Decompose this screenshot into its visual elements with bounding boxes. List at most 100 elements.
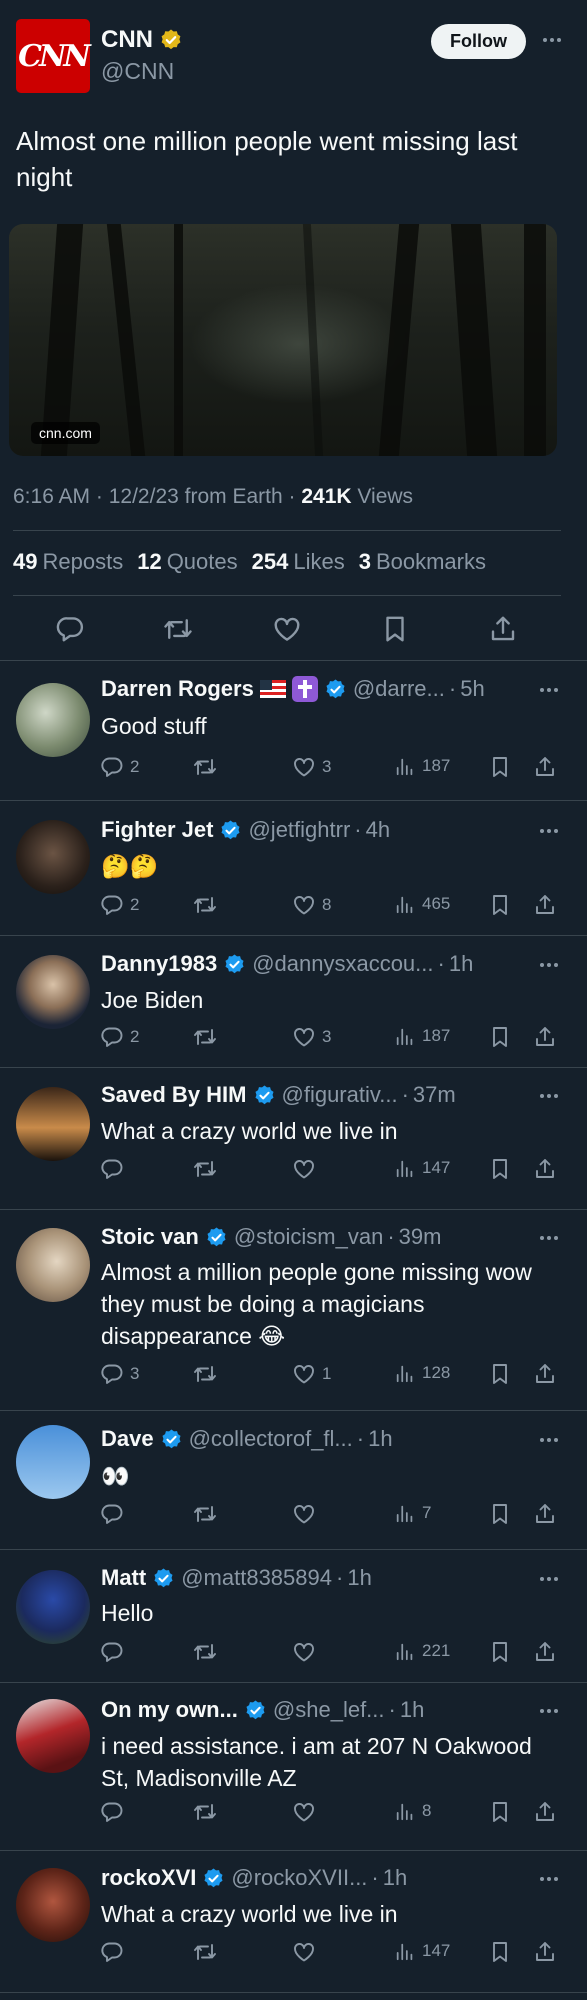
reply-button[interactable] (100, 1157, 124, 1181)
more-options-icon[interactable] (543, 38, 561, 42)
views-button[interactable]: 221 (394, 1640, 450, 1662)
reply-button[interactable]: 3 (100, 1362, 139, 1386)
share-icon[interactable] (488, 614, 518, 644)
like-button[interactable] (292, 1640, 316, 1664)
bookmark-button[interactable] (488, 1640, 512, 1664)
reply-time[interactable]: 1h (383, 1865, 407, 1891)
reply-time[interactable]: 5h (460, 676, 484, 702)
reply-author-name[interactable]: Matt (101, 1565, 146, 1591)
reply-button[interactable] (100, 1800, 124, 1824)
avatar[interactable] (16, 1228, 90, 1302)
avatar[interactable] (16, 1868, 90, 1942)
repost-button[interactable] (193, 1502, 217, 1526)
avatar[interactable] (16, 1425, 90, 1499)
bookmark-button[interactable] (488, 1157, 512, 1181)
reply-author-name[interactable]: Fighter Jet (101, 817, 213, 843)
reply-time[interactable]: 1h (449, 951, 473, 977)
bookmark-button[interactable] (488, 1025, 512, 1049)
bookmark-button[interactable] (488, 1362, 512, 1386)
repost-icon[interactable] (163, 614, 193, 644)
bookmark-button[interactable] (488, 1800, 512, 1824)
repost-button[interactable] (193, 1940, 217, 1964)
share-button[interactable] (533, 1940, 557, 1964)
repost-button[interactable] (193, 1362, 217, 1386)
views-button[interactable]: 7 (394, 1502, 431, 1524)
reply-author-name[interactable]: Dave (101, 1426, 154, 1452)
avatar[interactable] (16, 955, 90, 1029)
reply-button[interactable]: 2 (100, 1025, 139, 1049)
like-button[interactable] (292, 1502, 316, 1526)
bookmark-button[interactable] (488, 1940, 512, 1964)
author-name-row[interactable]: CNN (101, 26, 183, 54)
share-button[interactable] (533, 1640, 557, 1664)
repost-button[interactable] (193, 1800, 217, 1824)
author-handle[interactable]: @CNN (101, 58, 174, 85)
share-button[interactable] (533, 893, 557, 917)
repost-button[interactable] (193, 755, 217, 779)
more-options-icon[interactable] (540, 1236, 558, 1240)
more-options-icon[interactable] (540, 1438, 558, 1442)
follow-button[interactable]: Follow (431, 24, 526, 59)
avatar[interactable] (16, 1699, 90, 1773)
like-button[interactable] (292, 1940, 316, 1964)
like-button[interactable]: 3 (292, 1025, 331, 1049)
like-button[interactable]: 3 (292, 755, 331, 779)
likes-stat[interactable]: 254 Likes (252, 549, 345, 575)
views-button[interactable]: 147 (394, 1940, 450, 1962)
share-button[interactable] (533, 1502, 557, 1526)
share-button[interactable] (533, 1025, 557, 1049)
avatar[interactable] (16, 1570, 90, 1644)
views-button[interactable]: 128 (394, 1362, 450, 1384)
more-options-icon[interactable] (540, 963, 558, 967)
tweet-media-image[interactable]: cnn.com (9, 224, 557, 456)
reply-author-handle[interactable]: @dannysxaccou... (252, 951, 433, 977)
reply-author-handle[interactable]: @stoicism_van (234, 1224, 384, 1250)
reply-time[interactable]: 4h (366, 817, 390, 843)
bookmark-icon[interactable] (380, 614, 410, 644)
tweet-date[interactable]: 12/2/23 (109, 485, 179, 508)
reply-author-name[interactable]: rockoXVI (101, 1865, 196, 1891)
reply-author-name[interactable]: Darren Rogers (101, 676, 254, 702)
reply-button[interactable]: 2 (100, 893, 139, 917)
quotes-stat[interactable]: 12 Quotes (137, 549, 237, 575)
views-button[interactable]: 187 (394, 1025, 450, 1047)
reply-author-handle[interactable]: @jetfightrr (248, 817, 350, 843)
more-options-icon[interactable] (540, 1577, 558, 1581)
views-button[interactable]: 8 (394, 1800, 431, 1822)
more-options-icon[interactable] (540, 1094, 558, 1098)
reply-time[interactable]: 39m (399, 1224, 442, 1250)
repost-button[interactable] (193, 1157, 217, 1181)
bookmark-button[interactable] (488, 1502, 512, 1526)
bookmark-button[interactable] (488, 893, 512, 917)
reply-author-name[interactable]: Danny1983 (101, 951, 217, 977)
more-options-icon[interactable] (540, 1877, 558, 1881)
like-button[interactable]: 1 (292, 1362, 331, 1386)
tweet-time[interactable]: 6:16 AM (13, 485, 90, 508)
share-button[interactable] (533, 1157, 557, 1181)
avatar[interactable] (16, 820, 90, 894)
reply-time[interactable]: 1h (347, 1565, 371, 1591)
reposts-stat[interactable]: 49 Reposts (13, 549, 123, 575)
author-name[interactable]: CNN (101, 26, 153, 54)
reply-icon[interactable] (55, 614, 85, 644)
avatar[interactable] (16, 683, 90, 757)
views-button[interactable]: 187 (394, 755, 450, 777)
reply-author-handle[interactable]: @figurativ... (282, 1082, 398, 1108)
more-options-icon[interactable] (540, 1709, 558, 1713)
reply-author-handle[interactable]: @darre... (353, 676, 445, 702)
bookmarks-stat[interactable]: 3 Bookmarks (359, 549, 486, 575)
repost-button[interactable] (193, 1025, 217, 1049)
avatar[interactable] (16, 1087, 90, 1161)
repost-button[interactable] (193, 893, 217, 917)
reply-author-handle[interactable]: @she_lef... (273, 1697, 385, 1723)
reply-time[interactable]: 1h (368, 1426, 392, 1452)
reply-button[interactable] (100, 1940, 124, 1964)
views-button[interactable]: 465 (394, 893, 450, 915)
repost-button[interactable] (193, 1640, 217, 1664)
like-button[interactable] (292, 1800, 316, 1824)
share-button[interactable] (533, 1362, 557, 1386)
cnn-logo[interactable]: CNN (16, 19, 91, 93)
bookmark-button[interactable] (488, 755, 512, 779)
reply-author-name[interactable]: On my own... (101, 1697, 238, 1723)
reply-author-handle[interactable]: @matt8385894 (181, 1565, 332, 1591)
